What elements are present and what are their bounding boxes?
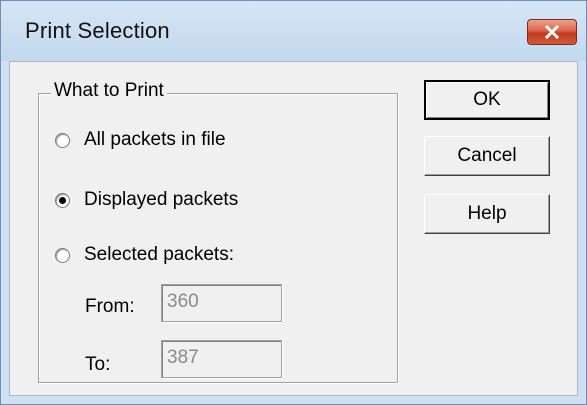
to-field[interactable]: 387	[161, 340, 282, 378]
close-icon	[545, 25, 559, 39]
radio-label: Selected packets:	[84, 244, 234, 265]
radio-all-packets[interactable]: All packets in file	[55, 128, 226, 152]
radio-button[interactable]	[55, 132, 70, 148]
radio-label: Displayed packets	[84, 189, 239, 210]
dialog-title: Print Selection	[25, 18, 170, 43]
radio-displayed-packets[interactable]: Displayed packets	[55, 188, 238, 212]
cancel-button[interactable]: Cancel	[424, 136, 550, 176]
radio-label: All packets in file	[84, 129, 226, 150]
print-selection-dialog: Print Selection What to Print All packet…	[0, 0, 587, 405]
group-label: What to Print	[51, 80, 167, 102]
what-to-print-group: What to Print All packets in file Displa…	[38, 80, 398, 383]
title-bar: Print Selection	[1, 1, 586, 61]
dialog-body: What to Print All packets in file Displa…	[9, 61, 578, 396]
from-label: From:	[85, 296, 135, 317]
radio-button-checked[interactable]	[55, 192, 70, 208]
radio-button[interactable]	[55, 247, 70, 263]
ok-button[interactable]: OK	[424, 80, 550, 120]
help-button[interactable]: Help	[424, 194, 550, 234]
to-label: To:	[85, 354, 111, 375]
from-field[interactable]: 360	[161, 284, 282, 322]
close-button[interactable]	[527, 19, 577, 45]
radio-selected-packets[interactable]: Selected packets:	[55, 243, 234, 267]
